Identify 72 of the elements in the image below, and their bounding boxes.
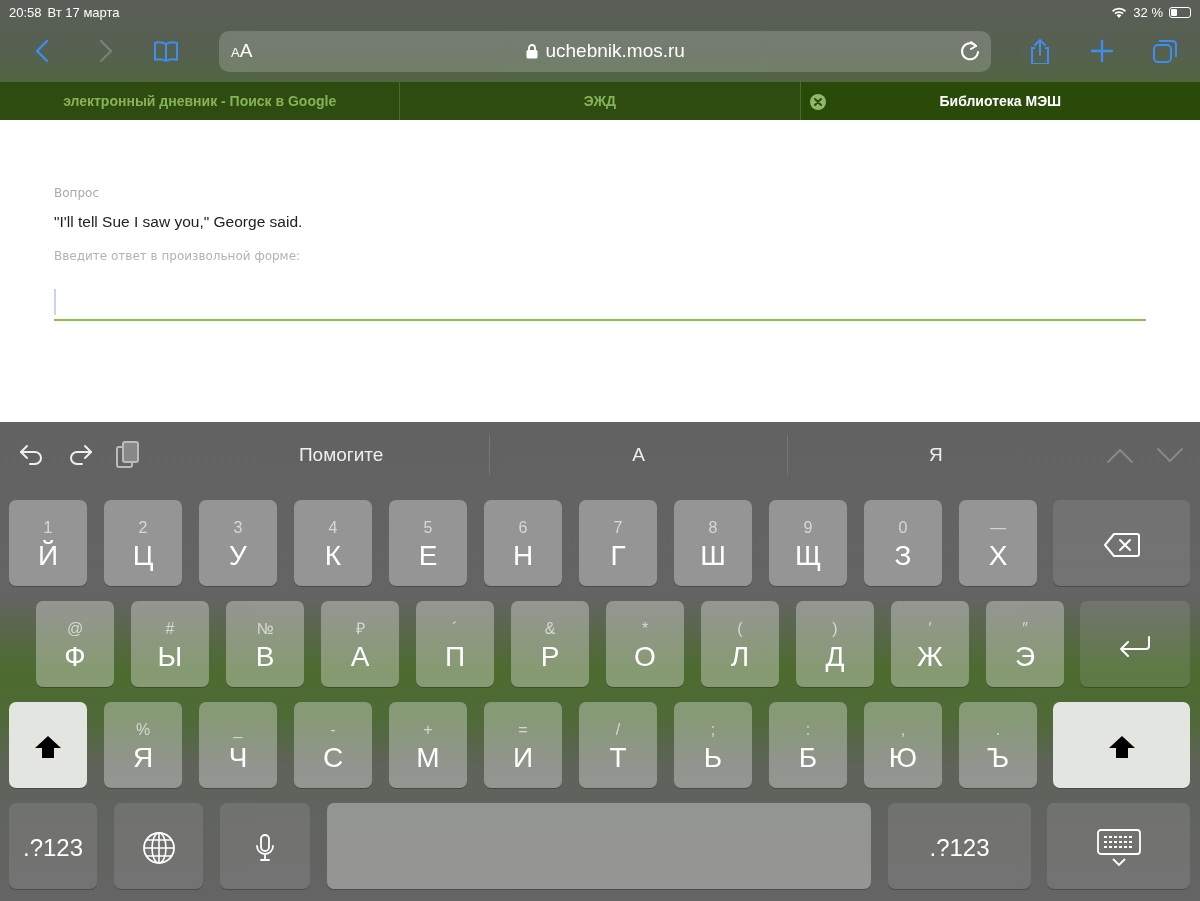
suggestion[interactable]: Я	[787, 434, 1084, 475]
suggestion[interactable]: А	[490, 434, 788, 475]
letter-key[interactable]: . Ъ	[959, 702, 1037, 788]
letter-key[interactable]: , Ю	[864, 702, 942, 788]
suggestion[interactable]: Помогите	[193, 434, 491, 475]
status-time: 20:58	[9, 4, 42, 20]
reload-icon[interactable]	[958, 40, 981, 62]
letter-key[interactable]: @ Ф	[36, 601, 114, 687]
lock-icon	[526, 43, 539, 59]
letter-key[interactable]: ´ П	[416, 601, 494, 687]
letter-key[interactable]: 7 Г	[579, 500, 657, 586]
close-icon[interactable]	[808, 93, 827, 111]
letter-key[interactable]: 6 Н	[484, 500, 562, 586]
backspace-icon	[1102, 532, 1141, 558]
symbols-key[interactable]: .?123	[9, 803, 97, 889]
shift-arrow-icon	[1107, 734, 1136, 760]
address-field[interactable]: AA uchebnik.mos.ru	[219, 30, 991, 72]
browser-tab[interactable]: Библиотека МЭШ	[800, 82, 1200, 120]
letter-key[interactable]: & Р	[511, 601, 589, 687]
plus-icon[interactable]	[1089, 38, 1116, 64]
letter-key[interactable]: 8 Ш	[674, 500, 752, 586]
letter-key[interactable]: 3 У	[199, 500, 277, 586]
letter-key[interactable]: ″ Э	[986, 601, 1064, 687]
answer-prompt: Введите ответ в произвольной форме:	[54, 249, 302, 263]
letter-key[interactable]: ) Д	[796, 601, 874, 687]
keyboard-hide-icon	[1095, 828, 1142, 868]
wifi-icon	[1111, 6, 1128, 18]
question-text: "I'll tell Sue I saw you," George said.	[54, 213, 304, 231]
url-text: uchebnik.mos.ru	[545, 40, 685, 62]
mic-key[interactable]	[220, 803, 310, 889]
microphone-icon	[255, 833, 275, 863]
text-size-button[interactable]: AA	[231, 40, 253, 62]
letter-key[interactable]: # Ы	[131, 601, 209, 687]
letter-key[interactable]: № В	[226, 601, 304, 687]
letter-key[interactable]: * О	[606, 601, 684, 687]
shift-key[interactable]	[1053, 702, 1190, 788]
letter-key[interactable]: 0 З	[864, 500, 942, 586]
letter-key[interactable]: — Х	[959, 500, 1037, 586]
globe-icon	[141, 831, 176, 865]
letter-key[interactable]: 1 Й	[9, 500, 87, 586]
status-date: Вт 17 марта	[47, 4, 120, 20]
letter-key[interactable]: _ Ч	[199, 702, 277, 788]
letter-key[interactable]: - С	[294, 702, 372, 788]
question-label: Вопрос	[54, 186, 100, 200]
paste-icon[interactable]	[114, 439, 142, 470]
letter-key[interactable]: : Б	[769, 702, 847, 788]
shift-arrow-icon	[34, 734, 62, 760]
battery-percent: 32 %	[1133, 4, 1163, 20]
hide-key[interactable]	[1047, 803, 1190, 889]
letter-key[interactable]: 4 К	[294, 500, 372, 586]
battery-icon	[1169, 6, 1191, 18]
chevron-down-icon[interactable]	[1156, 445, 1184, 464]
backspace-key[interactable]	[1053, 500, 1190, 586]
letter-key[interactable]: ′ Ж	[891, 601, 969, 687]
shift-key[interactable]	[9, 702, 87, 788]
letter-key[interactable]: + М	[389, 702, 467, 788]
letter-key[interactable]: 5 Е	[389, 500, 467, 586]
return-icon	[1118, 635, 1152, 657]
browser-tab[interactable]: электронный дневник - Поиск в Google	[0, 82, 401, 120]
letter-key[interactable]: ( Л	[701, 601, 779, 687]
globe-key[interactable]	[114, 803, 203, 889]
book-icon[interactable]	[153, 38, 180, 64]
letter-key[interactable]: % Я	[104, 702, 182, 788]
letter-key[interactable]: / Т	[579, 702, 657, 788]
symbols-key[interactable]: .?123	[888, 803, 1031, 889]
letter-key[interactable]: = И	[484, 702, 562, 788]
letter-key[interactable]: ; Ь	[674, 702, 752, 788]
letter-key[interactable]: ₽ А	[321, 601, 399, 687]
browser-tab[interactable]: ЭЖД	[400, 82, 801, 120]
tabs-icon[interactable]	[1152, 38, 1179, 64]
letter-key[interactable]: 9 Щ	[769, 500, 847, 586]
letter-key[interactable]: 2 Ц	[104, 500, 182, 586]
